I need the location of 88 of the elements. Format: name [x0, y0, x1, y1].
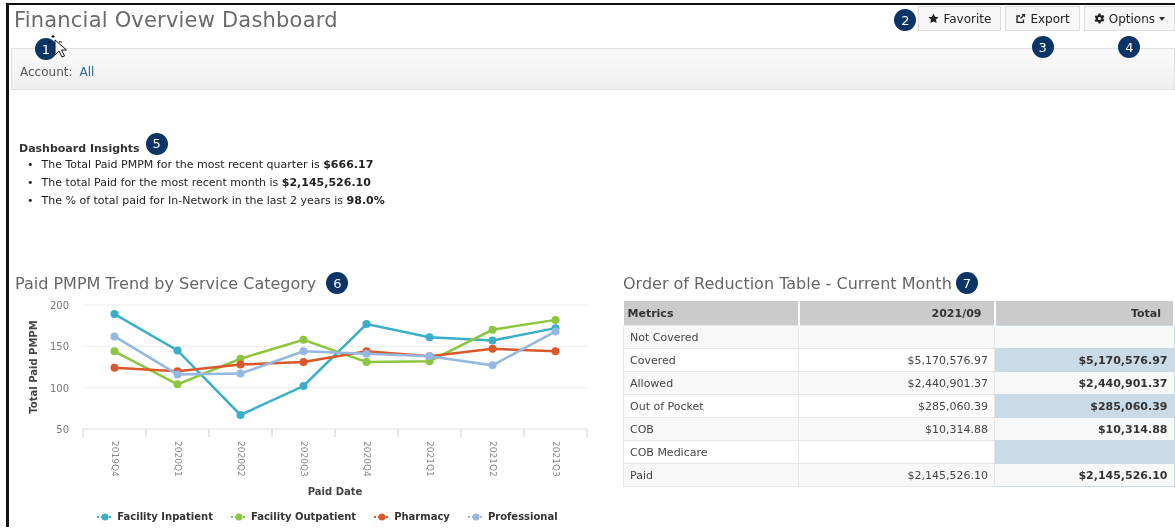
page-title: Financial Overview Dashboard — [14, 8, 338, 32]
table-cell: Allowed — [623, 371, 799, 395]
x-tick-label: 2021Q2 — [487, 441, 498, 477]
caret-icon — [1159, 16, 1165, 21]
table-cell: $2,145,526.10 — [994, 463, 1174, 487]
data-point — [110, 363, 119, 372]
cursor-icon — [47, 34, 69, 60]
column-header: 2021/09 — [798, 301, 995, 326]
y-axis-label: Total Paid PMPM — [28, 320, 39, 414]
column-header: Total — [994, 301, 1174, 326]
bullet: • — [27, 157, 34, 173]
table-cell: $5,170,576.97 — [798, 348, 995, 372]
data-point — [551, 327, 560, 336]
x-axis-label: Paid Date — [307, 486, 363, 497]
y-tick-label: 150 — [49, 341, 69, 353]
account-label: Account: — [20, 65, 73, 79]
step-badge: 5 — [145, 132, 168, 155]
data-point — [488, 336, 497, 345]
favorite-button[interactable]: Favorite — [918, 6, 1002, 31]
table-cell: $2,145,526.10 — [798, 463, 995, 487]
chart-title: Paid PMPM Trend by Service Category — [15, 273, 317, 293]
x-tick-label: 2019Q4 — [109, 441, 120, 477]
step-badge: 4 — [1118, 36, 1141, 58]
table-cell: COB — [623, 417, 799, 441]
gear-icon — [1093, 13, 1105, 24]
bullet: • — [27, 193, 34, 209]
x-tick-label: 2020Q4 — [361, 441, 372, 477]
table-title: Order of Reduction Table - Current Month — [623, 273, 952, 293]
data-point — [551, 347, 560, 356]
data-point — [488, 361, 497, 370]
share-icon — [1015, 13, 1027, 24]
table-cell: COB Medicare — [623, 440, 799, 464]
table-cell: Not Covered — [623, 325, 799, 349]
data-point — [299, 358, 308, 367]
y-tick-label: 50 — [56, 424, 69, 435]
bullet: • — [27, 175, 34, 191]
data-point — [299, 382, 308, 390]
table-cell: Covered — [623, 348, 799, 372]
insight-text: The Total Paid PMPM for the most recent quarter is $666.17 — [41, 157, 374, 173]
x-tick-label: 2020Q1 — [172, 441, 183, 477]
data-point — [488, 344, 497, 353]
star-icon — [928, 13, 940, 24]
data-point — [551, 315, 560, 324]
legend-label: Facility Outpatient — [250, 511, 357, 522]
step-badge: 2 — [894, 9, 917, 31]
legend-label: Facility Inpatient — [117, 511, 213, 522]
table-cell: $10,314.88 — [994, 417, 1174, 441]
data-point — [173, 346, 182, 355]
data-point — [110, 310, 119, 319]
table-cell: $2,440,901.37 — [798, 371, 995, 395]
step-badge: 6 — [326, 272, 349, 294]
data-point — [110, 347, 119, 356]
y-tick-label: 200 — [49, 300, 69, 311]
step-badge: 3 — [1031, 36, 1054, 58]
x-tick-label: 2021Q1 — [424, 441, 435, 477]
data-point — [362, 358, 371, 367]
data-point — [173, 380, 182, 389]
table-cell: $5,170,576.97 — [994, 348, 1174, 372]
x-tick-label: 2021Q3 — [550, 441, 561, 477]
legend-label: Professional — [487, 511, 558, 522]
x-tick-label: 2020Q3 — [298, 441, 309, 477]
options-button[interactable]: Options — [1083, 6, 1175, 31]
insight-text: The % of total paid for In-Network in the last 2 years is 98.0% — [41, 193, 385, 209]
table-cell: Out of Pocket — [623, 394, 799, 418]
data-point — [110, 332, 119, 341]
data-point — [425, 333, 434, 342]
y-tick-label: 100 — [49, 382, 69, 394]
insight-text: The total Paid for the most recent month is $2,145,526.10 — [41, 175, 371, 191]
x-tick-label: 2020Q2 — [235, 441, 246, 477]
insights-heading: Dashboard Insights — [19, 142, 140, 155]
data-point — [236, 369, 245, 378]
data-point — [488, 325, 497, 334]
data-point — [236, 410, 245, 419]
export-button[interactable]: Export — [1005, 6, 1080, 31]
table-cell: Paid — [623, 463, 799, 487]
table-cell: $2,440,901.37 — [994, 371, 1174, 395]
data-point — [236, 360, 245, 369]
table-cell: $285,060.39 — [994, 394, 1174, 418]
step-badge: 7 — [955, 272, 978, 294]
data-point — [173, 370, 182, 379]
table-cell: $285,060.39 — [798, 394, 995, 418]
column-header: Metrics — [623, 301, 799, 326]
data-point — [299, 347, 308, 356]
account-link[interactable]: All — [79, 65, 95, 79]
data-point — [299, 335, 308, 344]
table-cell: $10,314.88 — [798, 417, 995, 441]
legend-label: Pharmacy — [394, 511, 450, 522]
data-point — [362, 320, 371, 328]
